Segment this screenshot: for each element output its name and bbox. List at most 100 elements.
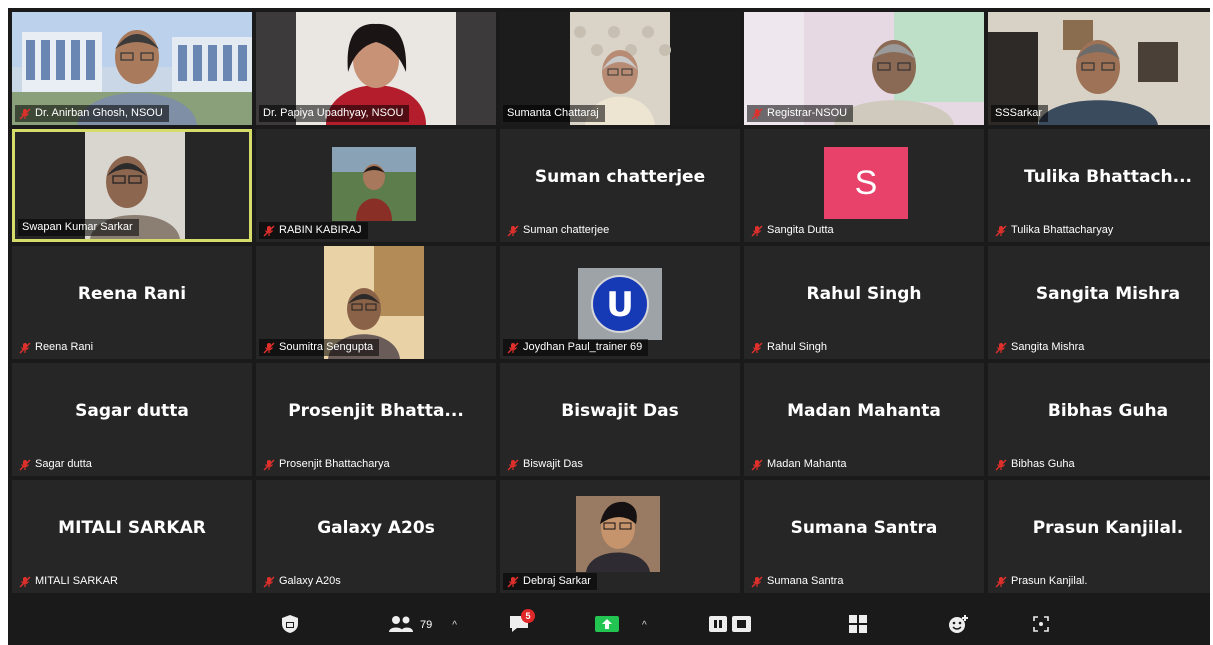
mic-muted-icon	[19, 342, 31, 354]
mic-muted-icon	[995, 576, 1007, 588]
share-screen-icon	[594, 615, 620, 636]
participants-icon	[388, 615, 414, 636]
mic-muted-icon	[995, 225, 1007, 237]
mic-muted-icon	[995, 342, 1007, 354]
participant-tile[interactable]: Prosenjit Bhatta... Prosenjit Bhattachary…	[256, 363, 496, 476]
participant-name-tag: SSSarkar	[991, 105, 1049, 122]
participant-name: Sangita Dutta	[767, 224, 834, 236]
participant-display-name: MITALI SARKAR	[58, 518, 206, 538]
participant-name: RABIN KABIRAJ	[279, 224, 362, 236]
gallery-grid: Dr. Anirban Ghosh, NSOU Dr. Papiya Upadh…	[12, 12, 1210, 593]
participant-name-tag: Prasun Kanjilal.	[991, 573, 1093, 590]
record-button[interactable]	[708, 613, 752, 637]
participant-tile[interactable]: Rahul Singh Rahul Singh	[744, 246, 984, 359]
participant-tile[interactable]: Dr. Anirban Ghosh, NSOU	[12, 12, 252, 125]
participant-tile[interactable]: Debraj Sarkar	[500, 480, 740, 593]
participant-display-name: Biswajit Das	[561, 401, 679, 421]
participant-name: MITALI SARKAR	[35, 575, 118, 587]
participant-name-tag: Madan Mahanta	[747, 456, 853, 473]
participant-display-name: Reena Rani	[77, 284, 187, 304]
participant-tile[interactable]: Sumana Santra Sumana Santra	[744, 480, 984, 593]
participant-tile[interactable]: Madan Mahanta Madan Mahanta	[744, 363, 984, 476]
participant-name-tag: Prosenjit Bhattacharya	[259, 456, 396, 473]
participant-tile[interactable]: Reena Rani Reena Rani	[12, 246, 252, 359]
more-icon	[1032, 615, 1050, 636]
participant-name: Joydhan Paul_trainer 69	[523, 341, 643, 353]
participant-name-tag: Sumana Santra	[747, 573, 849, 590]
participants-button[interactable]: 79 ^	[388, 613, 457, 637]
participant-display-name: Sangita Mishra	[1035, 284, 1181, 304]
participant-tile[interactable]: S Sangita Dutta	[744, 129, 984, 242]
participant-name-tag: Joydhan Paul_trainer 69	[503, 339, 649, 356]
participant-tile[interactable]: U Joydhan Paul_trainer 69	[500, 246, 740, 359]
apps-button[interactable]	[848, 613, 868, 637]
participant-name-tag: Registrar-NSOU	[747, 105, 854, 122]
participant-tile[interactable]: Bibhas Guha Bibhas Guha	[988, 363, 1210, 476]
mic-muted-icon	[263, 576, 275, 588]
participant-tile[interactable]: Biswajit Das Biswajit Das	[500, 363, 740, 476]
participant-tile[interactable]: Tulika Bhattach... Tulika Bhattacharyay	[988, 129, 1210, 242]
participant-name-tag: Rahul Singh	[747, 339, 833, 356]
participant-name-tag: Dr. Anirban Ghosh, NSOU	[15, 105, 169, 122]
participant-display-name: Madan Mahanta	[787, 401, 941, 421]
participant-name-tag: Biswajit Das	[503, 456, 589, 473]
participant-name-tag: MITALI SARKAR	[15, 573, 124, 590]
participant-tile[interactable]: Swapan Kumar Sarkar	[12, 129, 252, 242]
avatar: S	[824, 147, 908, 219]
participant-name: Dr. Anirban Ghosh, NSOU	[35, 107, 163, 119]
participant-tile[interactable]: RABIN KABIRAJ	[256, 129, 496, 242]
record-icon	[708, 615, 752, 636]
mic-muted-icon	[751, 225, 763, 237]
participant-name-tag: Dr. Papiya Upadhyay, NSOU	[259, 105, 410, 122]
participant-name-tag: Reena Rani	[15, 339, 99, 356]
participant-tile[interactable]: Galaxy A20s Galaxy A20s	[256, 480, 496, 593]
participant-name: Sangita Mishra	[1011, 341, 1085, 353]
reactions-button[interactable]	[948, 613, 970, 637]
participant-name: Reena Rani	[35, 341, 94, 353]
security-button[interactable]	[280, 613, 300, 637]
apps-icon	[848, 614, 868, 637]
participant-display-name: Rahul Singh	[806, 284, 922, 304]
participant-name-tag: Sagar dutta	[15, 456, 98, 473]
participant-tile[interactable]: SSSarkar	[988, 12, 1210, 125]
participant-tile[interactable]: MITALI SARKAR MITALI SARKAR	[12, 480, 252, 593]
participant-name-tag: Tulika Bhattacharyay	[991, 222, 1119, 239]
share-screen-button[interactable]: ^	[594, 613, 647, 637]
mic-muted-icon	[751, 576, 763, 588]
more-button[interactable]	[1032, 613, 1050, 637]
mic-muted-icon	[507, 225, 519, 237]
participant-name-tag: Sangita Mishra	[991, 339, 1090, 356]
participant-tile[interactable]: Sumanta Chattaraj	[500, 12, 740, 125]
participant-tile[interactable]: Sagar dutta Sagar dutta	[12, 363, 252, 476]
chat-button[interactable]: 5	[508, 608, 535, 637]
participant-tile[interactable]: Registrar-NSOU	[744, 12, 984, 125]
participant-name-tag: Swapan Kumar Sarkar	[18, 219, 139, 236]
mic-muted-icon	[995, 459, 1007, 471]
mic-muted-icon	[751, 342, 763, 354]
participant-name: Prosenjit Bhattacharya	[279, 458, 390, 470]
mic-muted-icon	[507, 342, 519, 354]
mic-muted-icon	[19, 108, 31, 120]
participant-display-name: Sumana Santra	[790, 518, 938, 538]
chevron-up-icon[interactable]: ^	[642, 620, 647, 631]
participant-name-tag: Bibhas Guha	[991, 456, 1081, 473]
participant-name: Debraj Sarkar	[523, 575, 591, 587]
mic-muted-icon	[263, 225, 275, 237]
participant-display-name: Galaxy A20s	[317, 518, 435, 538]
chevron-up-icon[interactable]: ^	[452, 620, 457, 631]
mic-muted-icon	[263, 459, 275, 471]
participant-tile[interactable]: Suman chatterjee Suman chatterjee	[500, 129, 740, 242]
participant-tile[interactable]: Sangita Mishra Sangita Mishra	[988, 246, 1210, 359]
participant-name: SSSarkar	[995, 107, 1043, 119]
participant-name-tag: RABIN KABIRAJ	[259, 222, 368, 239]
participant-tile[interactable]: Dr. Papiya Upadhyay, NSOU	[256, 12, 496, 125]
participant-display-name: Bibhas Guha	[1047, 401, 1169, 421]
shield-icon	[280, 614, 300, 637]
participant-tile[interactable]: Soumitra Sengupta	[256, 246, 496, 359]
meeting-toolbar: 79 ^ 5 ^	[8, 605, 1210, 645]
chat-badge: 5	[521, 608, 535, 623]
participant-name: Sagar dutta	[35, 458, 92, 470]
participant-tile[interactable]: Prasun Kanjilal. Prasun Kanjilal.	[988, 480, 1210, 593]
meeting-window: Dr. Anirban Ghosh, NSOU Dr. Papiya Upadh…	[8, 8, 1210, 645]
reactions-icon	[948, 614, 970, 637]
